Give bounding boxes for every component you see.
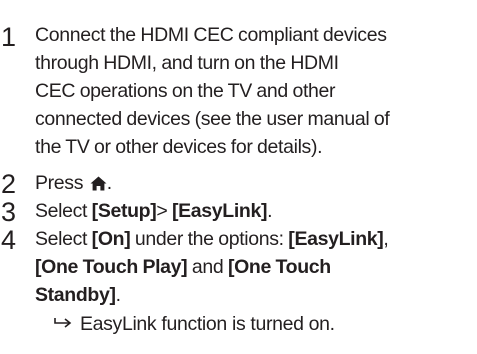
step-number: 2 — [1, 169, 17, 199]
option-easylink-label: [EasyLink] — [288, 228, 384, 250]
option-one-touch-standby-label-cont: Standby] — [35, 284, 116, 306]
option-one-touch-standby-label: [One Touch — [227, 256, 331, 278]
separator-text: > — [156, 200, 172, 222]
step-text-middle: and — [187, 256, 228, 278]
step-line: Connect the HDMI CEC compliant devices — [35, 24, 387, 46]
step-number: 4 — [1, 225, 17, 255]
step-text: Press . — [35, 169, 475, 197]
step-text: Connect the HDMI CEC compliant devices t… — [35, 21, 475, 161]
option-on-label: [On] — [91, 228, 131, 250]
step-text-middle: under the options: — [130, 228, 289, 250]
menu-easylink-label: [EasyLink] — [172, 200, 268, 222]
step-number: 1 — [1, 22, 17, 52]
step-text: Select [On] under the options: [EasyLink… — [35, 225, 475, 309]
menu-setup-label: [Setup] — [91, 200, 157, 222]
option-one-touch-play-label: [One Touch Play] — [35, 256, 188, 278]
step-line: the TV or other devices for details). — [35, 136, 323, 158]
result-text: EasyLink function is turned on. — [80, 313, 335, 335]
step-text: Select [Setup]> [EasyLink]. — [35, 197, 475, 225]
step-text-suffix: . — [106, 172, 112, 194]
step-line: connected devices (see the user manual o… — [35, 108, 390, 130]
step-text-suffix: . — [267, 200, 273, 222]
step-text-suffix: . — [115, 284, 121, 306]
home-icon — [90, 176, 107, 191]
step-number: 3 — [1, 197, 17, 227]
arrow-right-icon — [54, 318, 72, 328]
step-line: through HDMI, and turn on the HDMI — [35, 52, 339, 74]
step-result: EasyLink function is turned on. — [54, 310, 335, 338]
step-line: CEC operations on the TV and other — [35, 80, 336, 102]
step-text-suffix: , — [383, 228, 389, 250]
step-text-prefix: Press — [35, 172, 84, 194]
step-text-prefix: Select — [35, 200, 92, 222]
step-text-prefix: Select — [35, 228, 92, 250]
